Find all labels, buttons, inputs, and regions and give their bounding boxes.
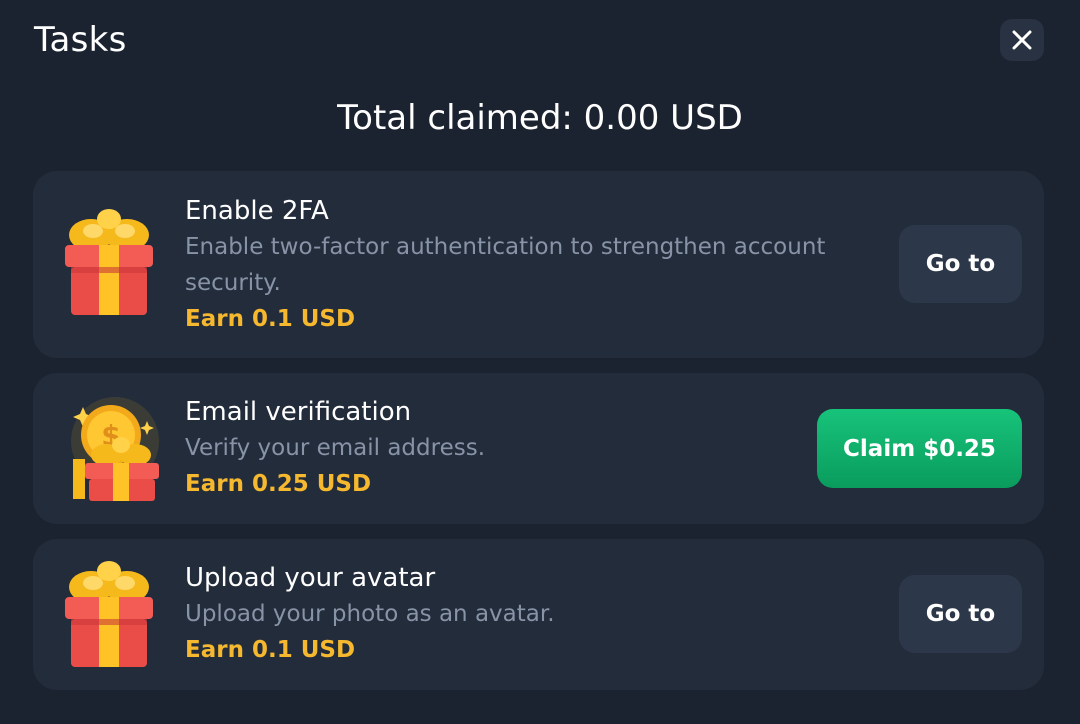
task-reward: Earn 0.1 USD [185,637,356,663]
task-description: Enable two-factor authentication to stre… [185,234,826,296]
claim-button[interactable]: Claim $0.25 [817,409,1022,488]
gift-icon [65,561,153,667]
go-to-button[interactable]: Go to [899,575,1022,653]
close-icon [1012,30,1032,50]
task-text: Upload your avatar Upload your photo as … [185,560,875,668]
task-description: Upload your photo as an avatar. [185,601,555,627]
total-claimed: Total claimed: 0.00 USD [337,98,743,138]
task-title: Upload your avatar [185,563,436,593]
task-card-email-verification: $ Email verification Verify your email a… [33,373,1044,524]
task-text: Enable 2FA Enable two-factor authenticat… [185,193,875,337]
task-card-enable-2fa: Enable 2FA Enable two-factor authenticat… [33,171,1044,358]
go-to-button[interactable]: Go to [899,225,1022,303]
task-description: Verify your email address. [185,435,485,461]
gift-icon [65,209,153,315]
tasks-modal: Tasks Total claimed: 0.00 USD Enable 2FA [0,0,1080,724]
task-card-upload-avatar: Upload your avatar Upload your photo as … [33,539,1044,690]
modal-title: Tasks [34,20,127,60]
task-text: Email verification Verify your email add… [185,394,875,502]
task-title: Email verification [185,397,412,427]
task-reward: Earn 0.25 USD [185,471,372,497]
coin-gift-icon: $ [71,397,159,501]
task-title: Enable 2FA [185,196,329,226]
task-reward: Earn 0.1 USD [185,306,356,332]
close-button[interactable] [1000,19,1044,61]
